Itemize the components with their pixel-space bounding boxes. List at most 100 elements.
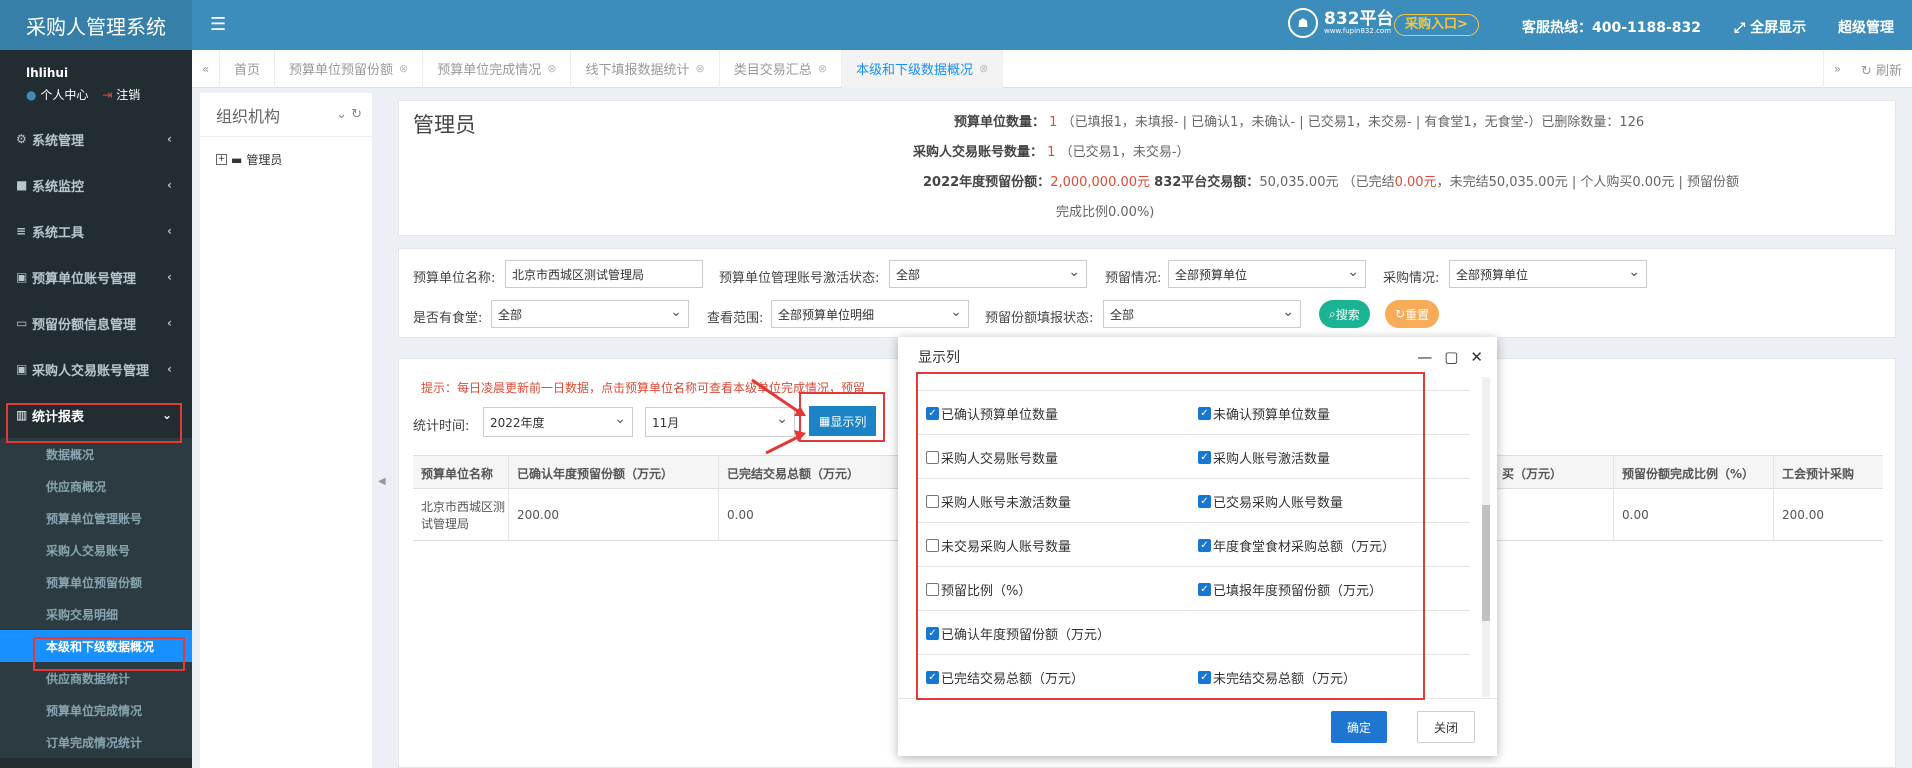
column-option[interactable]: 采购人账号未激活数量 xyxy=(926,492,1071,511)
checkbox[interactable]: ✓ xyxy=(1198,583,1211,596)
header-cell[interactable]: 工会预计采购 xyxy=(1774,456,1883,490)
column-option[interactable]: 预留比例（%） xyxy=(926,580,1031,599)
tab-category-summary[interactable]: 类目交易汇总 ⊗ xyxy=(720,49,842,88)
unit-name-cell[interactable]: 北京市西城区测试管理局 xyxy=(413,489,509,541)
activation-select[interactable]: 全部 xyxy=(889,260,1087,288)
checkbox[interactable]: ✓ xyxy=(1198,407,1211,420)
checkbox[interactable]: ✓ xyxy=(1198,495,1211,508)
submenu-item[interactable]: 采购人交易账号 xyxy=(0,534,192,566)
reset-button[interactable]: ↻ 重置 xyxy=(1385,300,1440,328)
collapse-handle-icon[interactable]: ◀ xyxy=(378,476,386,487)
column-option[interactable]: ✓ 未确认预算单位数量 xyxy=(1198,404,1330,423)
submenu-item[interactable]: 预算单位预留份额 xyxy=(0,566,192,598)
column-option[interactable]: ✓ 已确认年度预留份额（万元） xyxy=(926,624,1110,643)
scope-select[interactable]: 全部预算单位明细 xyxy=(771,300,969,328)
column-option-label: 未交易采购人账号数量 xyxy=(941,540,1072,555)
user-panel: lhlihui ● 个人中心 ⇥ 注销 xyxy=(0,50,192,116)
column-option[interactable]: ✓ 已完结交易总额（万元） xyxy=(926,668,1084,687)
submenu-item[interactable]: 订单完成情况统计 xyxy=(0,726,192,758)
fullscreen-button[interactable]: ⤢ 全屏显示 xyxy=(1734,17,1806,37)
checkbox[interactable]: ✓ xyxy=(1198,539,1211,552)
tab-offline-stats[interactable]: 线下填报数据统计 ⊗ xyxy=(571,49,720,88)
close-icon[interactable]: ⊗ xyxy=(818,62,827,75)
checkbox[interactable]: ✓ xyxy=(1198,451,1211,464)
tab-overview[interactable]: 本级和下级数据概况 ⊗ xyxy=(841,49,1004,88)
header-cell[interactable]: 预留份额完成比例（%） xyxy=(1614,456,1774,490)
menu-toggle-icon[interactable]: ☰ xyxy=(210,14,226,35)
tab-home[interactable]: 首页 xyxy=(220,49,276,88)
checkbox[interactable] xyxy=(926,539,939,552)
column-option[interactable]: 采购人交易账号数量 xyxy=(926,448,1058,467)
scrollbar-thumb[interactable] xyxy=(1482,505,1490,621)
year-select[interactable]: 2022年度 xyxy=(483,407,633,437)
dialog-scrollbar[interactable] xyxy=(1482,377,1490,697)
close-icon[interactable]: ⊗ xyxy=(979,62,988,75)
checkbox[interactable] xyxy=(926,451,939,464)
report-select[interactable]: 全部 xyxy=(1103,300,1301,328)
header-cell[interactable]: 买（万元） xyxy=(1494,456,1614,490)
org-tree-node[interactable]: + ▬ 管理员 xyxy=(200,137,372,168)
column-option[interactable]: 未交易采购人账号数量 xyxy=(926,536,1071,555)
submenu-item[interactable]: 预算单位管理账号 xyxy=(0,502,192,534)
header-cell[interactable]: 已完结交易总额（万元） xyxy=(719,456,909,490)
column-option[interactable]: ✓ 已确认预算单位数量 xyxy=(926,404,1058,423)
maximize-icon[interactable]: ▢ xyxy=(1444,348,1458,366)
refresh-button[interactable]: ↻ 刷新 xyxy=(1851,60,1912,79)
expand-icon[interactable]: + xyxy=(216,154,227,165)
user-menu[interactable]: 超级管理 xyxy=(1838,17,1894,37)
tabs-scroll-right-icon[interactable]: » xyxy=(1822,50,1851,88)
checkbox[interactable]: ✓ xyxy=(926,407,939,420)
summary-title: 管理员 xyxy=(413,113,476,137)
close-icon[interactable]: ✕ xyxy=(1470,348,1483,366)
tab-completion[interactable]: 预算单位完成情况 ⊗ xyxy=(423,49,572,88)
close-button[interactable]: 关闭 xyxy=(1416,711,1475,743)
confirm-button[interactable]: 确定 xyxy=(1330,711,1387,743)
canteen-select[interactable]: 全部 xyxy=(491,300,689,328)
tab-reserve-share[interactable]: 预算单位预留份额 ⊗ xyxy=(275,49,424,88)
refresh-icon[interactable]: ↻ xyxy=(351,107,362,122)
show-columns-button[interactable]: ▦ 显示列 xyxy=(809,406,877,436)
sidebar-item-reserve-info[interactable]: ▭ 预留份额信息管理 ‹ xyxy=(0,300,192,346)
column-option[interactable]: ✓ 已交易采购人账号数量 xyxy=(1198,492,1343,511)
header-cell[interactable]: 预算单位名称 xyxy=(413,456,509,490)
search-button[interactable]: ⌕ 搜索 xyxy=(1319,300,1370,328)
purchase-entry-button[interactable]: 采购入口> xyxy=(1394,14,1479,36)
column-option[interactable]: ✓ 采购人账号激活数量 xyxy=(1198,448,1330,467)
minimize-icon[interactable]: — xyxy=(1417,348,1432,366)
table-cell: 200.00 xyxy=(1782,508,1824,522)
checkbox[interactable]: ✓ xyxy=(1198,671,1211,684)
column-option[interactable]: ✓ 已填报年度预留份额（万元） xyxy=(1198,580,1382,599)
header-cell[interactable]: 已确认年度预留份额（万元） xyxy=(509,456,719,490)
sidebar-item-label: 系统监控 xyxy=(32,179,85,195)
submenu-item[interactable]: 数据概况 xyxy=(0,438,192,470)
personal-center-link[interactable]: ● 个人中心 xyxy=(26,86,88,103)
checkbox[interactable]: ✓ xyxy=(926,627,939,640)
purchase-select[interactable]: 全部预算单位 xyxy=(1449,260,1647,288)
checkbox[interactable] xyxy=(926,583,939,596)
unit-name-input[interactable]: 北京市西城区测试管理局 xyxy=(505,260,703,288)
submenu-item[interactable]: 采购交易明细 xyxy=(0,598,192,630)
chevron-down-icon[interactable]: ⌄ xyxy=(336,107,347,122)
checkbox[interactable] xyxy=(926,495,939,508)
sidebar-item-budget-accounts[interactable]: ▣ 预算单位账号管理 ‹ xyxy=(0,254,192,300)
sidebar-item-reports[interactable]: ▥ 统计报表 ⌄ xyxy=(0,392,192,438)
month-select[interactable]: 11月 xyxy=(645,407,795,437)
close-icon[interactable]: ⊗ xyxy=(696,62,705,75)
submenu-item[interactable]: 供应商概况 xyxy=(0,470,192,502)
tabs-scroll-left-icon[interactable]: « xyxy=(192,49,220,88)
sidebar-item-system[interactable]: ⚙ 系统管理 ‹ xyxy=(0,116,192,162)
sidebar-item-monitor[interactable]: ■ 系统监控 ‹ xyxy=(0,162,192,208)
logout-link[interactable]: ⇥ 注销 xyxy=(102,86,140,103)
submenu-item[interactable]: 预算单位完成情况 xyxy=(0,694,192,726)
checkbox[interactable]: ✓ xyxy=(926,671,939,684)
close-icon[interactable]: ⊗ xyxy=(399,62,408,75)
column-option[interactable]: ✓ 未完结交易总额（万元） xyxy=(1198,668,1356,687)
sidebar-item-tools[interactable]: ≡ 系统工具 ‹ xyxy=(0,208,192,254)
close-icon[interactable]: ⊗ xyxy=(547,62,556,75)
reserve-select[interactable]: 全部预算单位 xyxy=(1168,260,1366,288)
submenu-item-active[interactable]: 本级和下级数据概况 xyxy=(0,630,192,662)
sidebar-item-purchaser-accounts[interactable]: ▣ 采购人交易账号管理 ‹ xyxy=(0,346,192,392)
column-option[interactable]: ✓ 年度食堂食材采购总额（万元） xyxy=(1198,536,1395,555)
report-label: 预留份额填报状态: xyxy=(985,311,1094,326)
submenu-item[interactable]: 供应商数据统计 xyxy=(0,662,192,694)
